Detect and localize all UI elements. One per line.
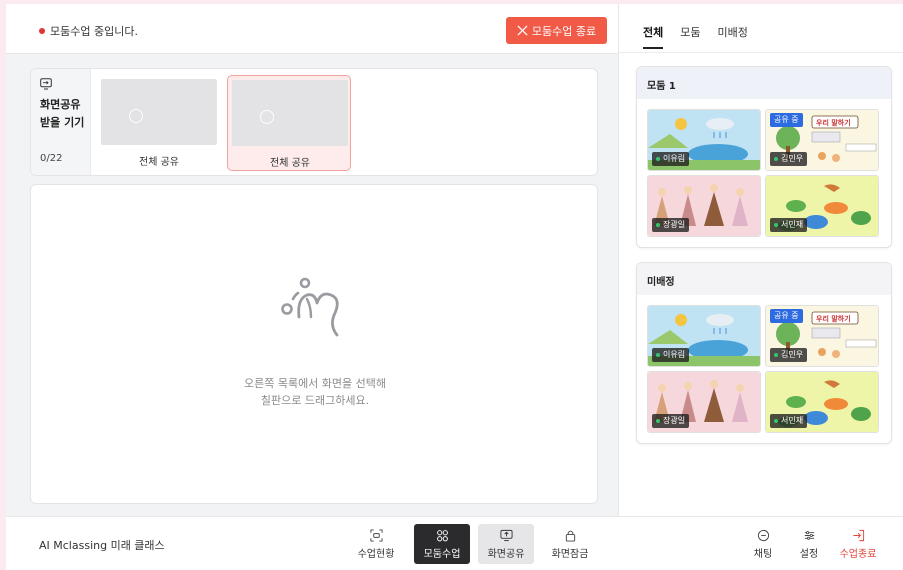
- top-bar: 모둠수업 중입니다. 모둠수업 종료: [6, 4, 618, 54]
- group-card-unassigned: 미배정 이유림 우리 말하기 공유 중 김민우 장광일 서민재: [636, 262, 892, 444]
- loading-spinner-icon: [260, 110, 274, 124]
- live-status-dot: [39, 28, 45, 34]
- group-status-text: 모둠수업 중입니다.: [50, 25, 138, 38]
- share-item[interactable]: 전체 공유: [97, 75, 221, 171]
- chat-icon: [757, 529, 769, 541]
- main-area: 모둠수업 중입니다. 모둠수업 종료 화면공유 받을 기기 0/22 전체 공유…: [6, 4, 618, 516]
- share-title-line2: 받을 기기: [40, 116, 85, 129]
- tabs-divider: [619, 52, 903, 53]
- student-name-tag: 서민재: [770, 414, 808, 428]
- share-device-count: 0/22: [40, 153, 63, 164]
- group-class-button[interactable]: 모둠수업: [414, 524, 470, 564]
- chat-label: 채팅: [753, 548, 773, 560]
- student-name-tag: 장광일: [652, 218, 690, 232]
- share-item-label: 전체 공유: [139, 157, 179, 168]
- share-title-line1: 화면공유: [40, 98, 81, 111]
- tab-unassigned[interactable]: 미배정: [718, 24, 748, 49]
- end-group-class-button[interactable]: 모둠수업 종료: [506, 17, 607, 44]
- class-name: AI Mclassing 미래 클래스: [39, 539, 165, 552]
- screen-share-panel: 화면공유 받을 기기 0/22 전체 공유 전체 공유: [30, 68, 598, 176]
- student-tile[interactable]: 이유림: [647, 109, 761, 171]
- group-card-title: 미배정: [637, 263, 891, 295]
- end-class-button[interactable]: 수업종료: [834, 524, 882, 564]
- board-hint-line2: 칠판으로 드래그하세요.: [260, 394, 370, 407]
- student-name-tag: 김민우: [770, 152, 808, 166]
- drag-gesture-icon: [281, 277, 339, 337]
- svg-text:우리 말하기: 우리 말하기: [816, 118, 851, 127]
- screen-lock-button[interactable]: 화면잠금: [544, 524, 596, 564]
- group-card-title: 모둠 1: [637, 67, 891, 99]
- group-icon: [436, 529, 448, 541]
- end-class-label: 수업종료: [839, 548, 877, 560]
- screen-share-icon: [40, 78, 52, 90]
- bottom-toolbar: AI Mclassing 미래 클래스 수업현황 모둠수업 화면공유 화면잠금 …: [6, 516, 903, 570]
- screen-share-button[interactable]: 화면공유: [478, 524, 534, 564]
- screen-lock-label: 화면잠금: [551, 548, 589, 560]
- scan-icon: [369, 528, 383, 542]
- sharing-badge: 공유 중: [770, 113, 803, 127]
- settings-label: 설정: [799, 548, 819, 560]
- student-name-tag: 장광일: [652, 414, 690, 428]
- end-group-class-label: 모둠수업 종료: [531, 24, 597, 38]
- chat-button[interactable]: 채팅: [746, 524, 780, 564]
- share-thumbnail: [101, 79, 217, 145]
- settings-button[interactable]: 설정: [792, 524, 826, 564]
- board-hint-line1: 오른쪽 목록에서 화면을 선택해: [243, 377, 387, 390]
- screen-share-icon: [499, 529, 513, 541]
- student-tile[interactable]: 서민재: [765, 175, 879, 237]
- share-thumbnail: [232, 80, 348, 146]
- student-screens-panel: 전체 모둠 미배정 모둠 1 이유림 우리 말하기 공유 중 김민우 장광일 서…: [618, 4, 903, 516]
- share-target-sidebar: 화면공유 받을 기기 0/22: [31, 69, 91, 175]
- settings-icon: [804, 530, 814, 540]
- class-status-button[interactable]: 수업현황: [352, 524, 400, 564]
- share-item-selected[interactable]: 전체 공유: [227, 75, 351, 171]
- student-name-tag: 이유림: [652, 152, 690, 166]
- app-frame: 모둠수업 중입니다. 모둠수업 종료 화면공유 받을 기기 0/22 전체 공유…: [6, 4, 903, 570]
- share-item-label: 전체 공유: [270, 158, 310, 169]
- student-name-tag: 김민우: [770, 348, 808, 362]
- student-tile[interactable]: 장광일: [647, 371, 761, 433]
- screen-share-label: 화면공유: [487, 548, 525, 560]
- tab-all[interactable]: 전체: [643, 24, 664, 49]
- filter-tabs: 전체 모둠 미배정: [643, 24, 748, 49]
- student-tile[interactable]: 서민재: [765, 371, 879, 433]
- student-tile[interactable]: 장광일: [647, 175, 761, 237]
- student-tile[interactable]: 이유림: [647, 305, 761, 367]
- lock-icon: [565, 530, 575, 542]
- tab-groups[interactable]: 모둠: [680, 24, 700, 49]
- blackboard-drop-area[interactable]: 오른쪽 목록에서 화면을 선택해 칠판으로 드래그하세요.: [30, 184, 598, 504]
- student-tile-grid: 이유림 우리 말하기 공유 중 김민우 장광일 서민재: [647, 305, 883, 437]
- group-class-label: 모둠수업: [423, 548, 461, 560]
- student-tile[interactable]: 우리 말하기 공유 중 김민우: [765, 109, 879, 171]
- class-status-label: 수업현황: [357, 548, 395, 560]
- loading-spinner-icon: [129, 109, 143, 123]
- group-card-1: 모둠 1 이유림 우리 말하기 공유 중 김민우 장광일 서민재: [636, 66, 892, 248]
- close-icon: [517, 25, 528, 36]
- student-name-tag: 이유림: [652, 348, 690, 362]
- student-tile-grid: 이유림 우리 말하기 공유 중 김민우 장광일 서민재: [647, 109, 883, 241]
- exit-icon: [852, 529, 864, 541]
- sharing-badge: 공유 중: [770, 309, 803, 323]
- student-tile[interactable]: 우리 말하기 공유 중 김민우: [765, 305, 879, 367]
- svg-text:우리 말하기: 우리 말하기: [816, 314, 851, 323]
- student-name-tag: 서민재: [770, 218, 808, 232]
